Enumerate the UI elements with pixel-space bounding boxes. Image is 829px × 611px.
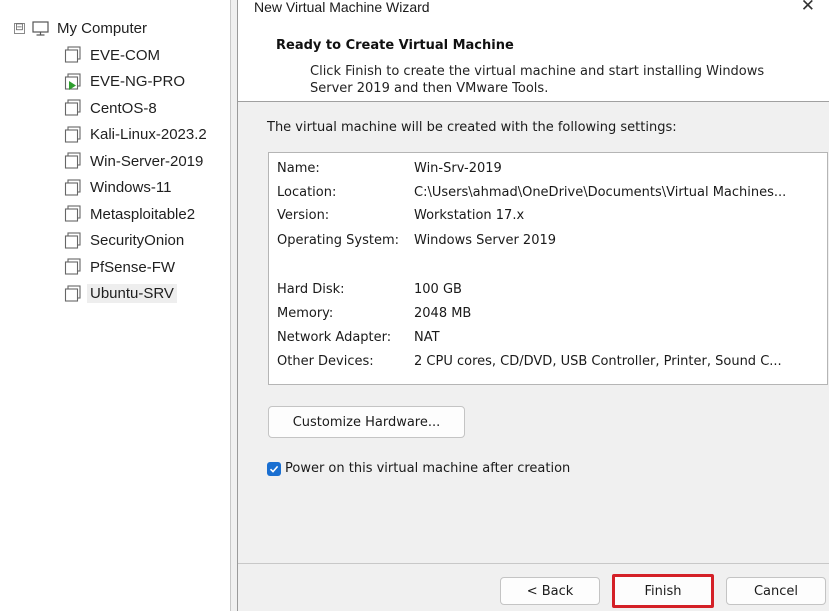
tree-item-label: Metasploitable2 [90,205,196,223]
dialog-titlebar[interactable]: New Virtual Machine Wizard ✕ [238,0,829,16]
tree-item-pfsense-fw[interactable]: PfSense-FW [64,254,207,281]
tree-item-label: CentOS-8 [90,99,157,117]
tree-item-label: PfSense-FW [90,258,176,276]
dialog-title: New Virtual Machine Wizard [254,0,430,15]
tree-item-label: Win-Server-2019 [90,152,204,170]
tree-item-kali-linux[interactable]: Kali-Linux-2023.2 [64,122,207,149]
summary-row-memory: Memory: 2048 MB [277,306,471,326]
summary-row-location: Location: C:\Users\ahmad\OneDrive\Docume… [277,185,786,205]
tree-item-eve-ng-pro[interactable]: EVE-NG-PRO [64,69,207,96]
vm-icon [64,152,82,170]
tree-item-securityonion[interactable]: SecurityOnion [64,228,207,255]
power-on-option[interactable]: Power on this virtual machine after crea… [267,461,570,476]
summary-value: Workstation 17.x [414,208,525,223]
summary-value: Win-Srv-2019 [414,161,502,176]
tree-item-label: EVE-COM [90,46,161,64]
close-icon[interactable]: ✕ [801,0,815,16]
checkmark-icon [269,465,279,473]
wizard-step-description: Click Finish to create the virtual machi… [310,64,765,96]
summary-value: 100 GB [414,282,462,297]
finish-button[interactable]: Finish [612,574,714,608]
summary-key: Other Devices: [277,354,374,369]
library-panel: ⊟ My Computer EVE-COM EVE-NG-PRO CentOS-… [0,0,231,611]
summary-key: Memory: [277,306,334,321]
vm-icon [64,179,82,197]
power-on-label: Power on this virtual machine after crea… [285,461,571,476]
vm-icon [64,285,82,303]
collapse-icon[interactable]: ⊟ [14,22,25,34]
summary-row-operating-system: Operating System: Windows Server 2019 [277,233,556,253]
summary-key: Operating System: [277,233,399,248]
new-vm-wizard-dialog: New Virtual Machine Wizard ✕ Ready to Cr… [238,0,829,611]
summary-row-network-adapter: Network Adapter: NAT [277,330,440,350]
tree-item-label: SecurityOnion [90,232,185,250]
vm-running-icon [64,73,82,91]
summary-row-other-devices: Other Devices: 2 CPU cores, CD/DVD, USB … [277,354,782,374]
summary-row-name: Name: Win-Srv-2019 [277,161,502,181]
summary-key: Location: [277,185,337,200]
tree-item-eve-com[interactable]: EVE-COM [64,42,207,69]
summary-value: Windows Server 2019 [414,233,557,248]
customize-hardware-button[interactable]: Customize Hardware... [268,406,465,438]
summary-row-hard-disk: Hard Disk: 100 GB [277,282,462,302]
summary-key: Hard Disk: [277,282,345,297]
tree-item-windows-11[interactable]: Windows-11 [64,175,207,202]
summary-value: 2048 MB [414,306,472,321]
tree-item-centos-8[interactable]: CentOS-8 [64,95,207,122]
summary-row-version: Version: Workstation 17.x [277,208,524,228]
power-on-checkbox[interactable] [267,461,281,476]
back-button[interactable]: < Back [500,577,600,605]
summary-key: Version: [277,208,330,223]
summary-value: 2 CPU cores, CD/DVD, USB Controller, Pri… [414,354,782,369]
tree-root-my-computer[interactable]: ⊟ My Computer [14,17,147,39]
tree-item-label: Windows-11 [90,179,172,197]
vm-icon [64,258,82,276]
vm-list: EVE-COM EVE-NG-PRO CentOS-8 Kali-Linux-2… [64,42,207,307]
panel-splitter[interactable] [231,0,238,611]
settings-intro-text: The virtual machine will be created with… [267,120,677,135]
tree-item-metasploitable2[interactable]: Metasploitable2 [64,201,207,228]
vm-icon [64,46,82,64]
wizard-header: Ready to Create Virtual Machine Click Fi… [238,16,829,102]
tree-item-ubuntu-srv[interactable]: Ubuntu-SRV [64,281,207,308]
footer-divider [238,563,829,564]
summary-value: NAT [414,330,440,345]
vm-icon [64,232,82,250]
settings-summary[interactable]: Name: Win-Srv-2019 Location: C:\Users\ah… [268,152,828,385]
summary-key: Name: [277,161,320,176]
tree-root-label: My Computer [57,19,148,37]
summary-value: C:\Users\ahmad\OneDrive\Documents\Virtua… [414,185,787,200]
vm-icon [64,99,82,117]
summary-key: Network Adapter: [277,330,392,345]
tree-item-label: Kali-Linux-2023.2 [90,126,207,144]
vm-icon [64,126,82,144]
tree-item-label: Ubuntu-SRV [87,284,177,304]
wizard-step-title: Ready to Create Virtual Machine [276,38,514,53]
cancel-button[interactable]: Cancel [726,577,826,605]
vm-icon [64,205,82,223]
computer-icon [32,20,49,36]
tree-item-win-server-2019[interactable]: Win-Server-2019 [64,148,207,175]
tree-item-label: EVE-NG-PRO [90,73,186,91]
